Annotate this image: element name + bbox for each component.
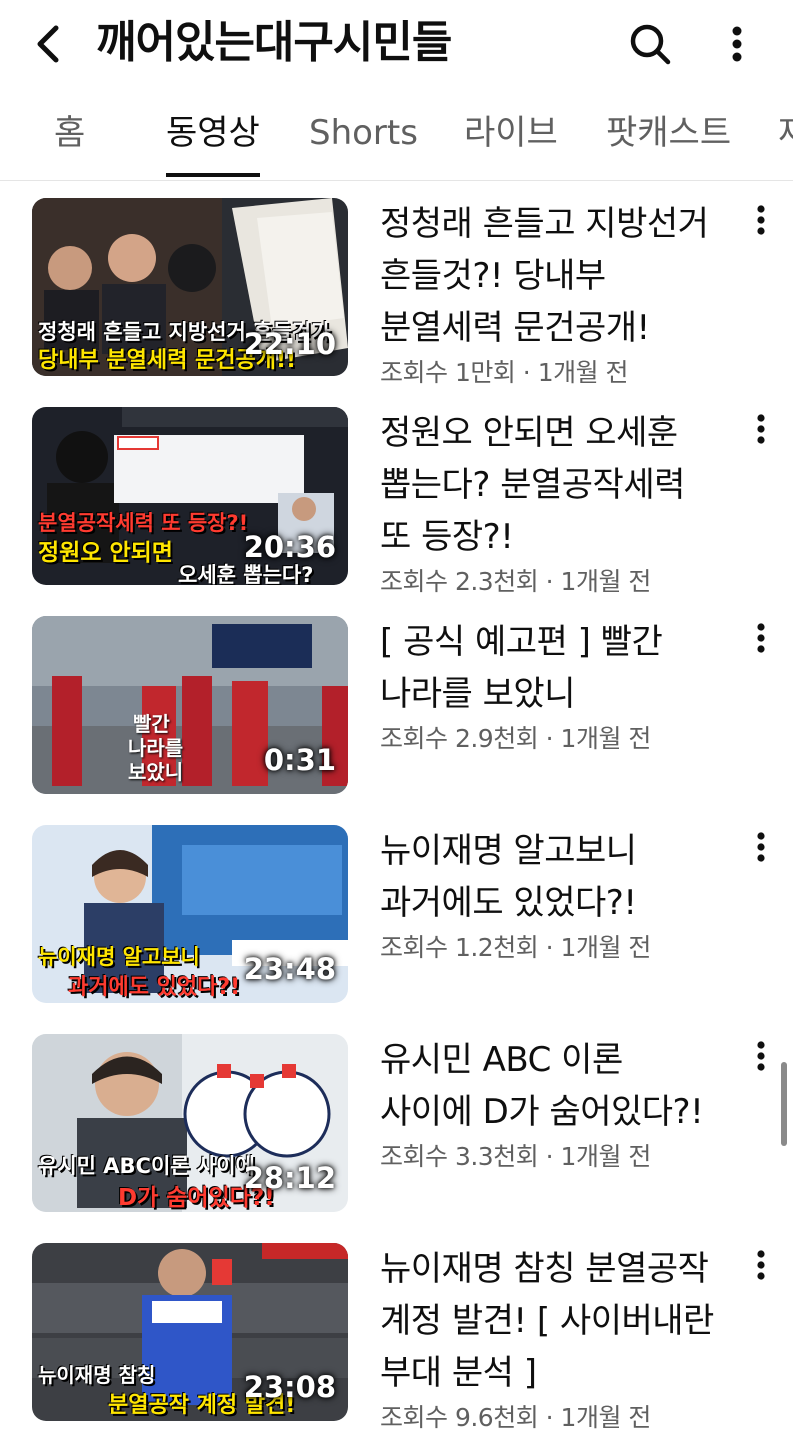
more-vertical-icon <box>757 1250 765 1280</box>
video-duration: 23:48 <box>243 952 336 986</box>
video-title[interactable]: 뉴이재명 알고보니 과거에도 있었다?! <box>380 825 725 929</box>
video-duration: 22:10 <box>243 327 336 361</box>
more-vertical-icon <box>757 623 765 653</box>
tab-home[interactable]: 홈 <box>54 96 85 180</box>
thumbnail-caption: 보았니 <box>128 760 184 784</box>
tab-shorts[interactable]: Shorts <box>309 96 418 180</box>
video-thumbnail[interactable]: 뉴이재명 참칭 분열공작 계정 발견! 23:08 <box>32 1243 348 1421</box>
video-duration: 28:12 <box>243 1161 336 1195</box>
video-title[interactable]: [ 공식 예고편 ] 빨간 나라를 보았니 <box>380 616 725 720</box>
active-tab-indicator <box>166 173 260 177</box>
video-stats: 조회수 2.3천회 · 1개월 전 <box>380 567 651 596</box>
channel-title: 깨어있는대구시민들 <box>96 17 452 68</box>
video-more-button[interactable] <box>742 616 780 660</box>
more-vertical-icon <box>757 1041 765 1071</box>
video-more-button[interactable] <box>742 1034 780 1078</box>
more-vertical-icon <box>757 414 765 444</box>
video-more-button[interactable] <box>742 825 780 869</box>
video-item[interactable]: 뉴이재명 알고보니 과거에도 있었다?! 23:48 뉴이재명 알고보니 과거에… <box>0 825 793 1005</box>
video-thumbnail[interactable]: 분열공작세력 또 등장?! 정원오 안되면 오세훈 뽑는다? 20:36 <box>32 407 348 585</box>
back-arrow-icon <box>37 25 59 63</box>
video-title[interactable]: 정원오 안되면 오세훈 뽑는다? 분열공작세력 또 등장?! <box>380 407 725 563</box>
search-button[interactable] <box>622 16 678 72</box>
search-icon <box>630 24 671 65</box>
video-meta: 정원오 안되면 오세훈 뽑는다? 분열공작세력 또 등장?! 조회수 2.3천회… <box>380 407 725 601</box>
video-item[interactable]: 유시민 ABC이론 사이에 D가 숨어있다?! 28:12 유시민 ABC 이론… <box>0 1034 793 1214</box>
video-item[interactable]: 정청래 흔들고 지방선거 흔들건가 당내부 분열세력 문건공개!! 22:10 … <box>0 198 793 387</box>
channel-header: 깨어있는대구시민들 <box>0 0 793 90</box>
video-meta: 유시민 ABC 이론 사이에 D가 숨어있다?! 조회수 3.3천회 · 1개월… <box>380 1034 725 1176</box>
video-title[interactable]: 뉴이재명 참칭 분열공작 계정 발견! [ 사이버내란 부대 분석 ] <box>380 1243 725 1399</box>
channel-tabs: 홈 동영상 Shorts 라이브 팟캐스트 재 <box>0 96 793 181</box>
video-thumbnail[interactable]: 유시민 ABC이론 사이에 D가 숨어있다?! 28:12 <box>32 1034 348 1212</box>
video-meta: 뉴이재명 알고보니 과거에도 있었다?! 조회수 1.2천회 · 1개월 전 <box>380 825 725 967</box>
tab-live[interactable]: 라이브 <box>464 96 558 180</box>
video-stats: 조회수 1.2천회 · 1개월 전 <box>380 933 651 962</box>
video-thumbnail[interactable]: 정청래 흔들고 지방선거 흔들건가 당내부 분열세력 문건공개!! 22:10 <box>32 198 348 376</box>
video-stats: 조회수 9.6천회 · 1개월 전 <box>380 1403 651 1432</box>
video-duration: 20:36 <box>243 530 336 564</box>
more-vertical-icon <box>732 26 742 62</box>
scrollbar-thumb[interactable] <box>781 1062 787 1146</box>
video-thumbnail[interactable]: 빨간 나라를 보았니 0:31 <box>32 616 348 794</box>
tab-videos[interactable]: 동영상 <box>166 96 260 180</box>
video-more-button[interactable] <box>742 1243 780 1287</box>
video-stats: 조회수 2.9천회 · 1개월 전 <box>380 724 651 753</box>
video-stats: 조회수 3.3천회 · 1개월 전 <box>380 1142 651 1171</box>
video-duration: 0:31 <box>263 743 336 777</box>
video-meta: 정청래 흔들고 지방선거 흔들것?! 당내부 분열세력 문건공개! 조회수 1만… <box>380 198 725 392</box>
video-thumbnail[interactable]: 뉴이재명 알고보니 과거에도 있었다?! 23:48 <box>32 825 348 1003</box>
more-vertical-icon <box>757 205 765 235</box>
tab-podcasts[interactable]: 팟캐스트 <box>606 96 731 180</box>
video-more-button[interactable] <box>742 198 780 242</box>
video-more-button[interactable] <box>742 407 780 451</box>
more-vertical-icon <box>757 832 765 862</box>
video-item[interactable]: 빨간 나라를 보았니 0:31 [ 공식 예고편 ] 빨간 나라를 보았니 조회… <box>0 616 793 796</box>
video-item[interactable]: 뉴이재명 참칭 분열공작 계정 발견! 23:08 뉴이재명 참칭 분열공작 계… <box>0 1243 793 1432</box>
video-meta: [ 공식 예고편 ] 빨간 나라를 보았니 조회수 2.9천회 · 1개월 전 <box>380 616 725 758</box>
video-title[interactable]: 유시민 ABC 이론 사이에 D가 숨어있다?! <box>380 1034 725 1138</box>
more-options-button[interactable] <box>714 16 760 72</box>
video-meta: 뉴이재명 참칭 분열공작 계정 발견! [ 사이버내란 부대 분석 ] 조회수 … <box>380 1243 725 1437</box>
video-duration: 23:08 <box>243 1370 336 1404</box>
video-title[interactable]: 정청래 흔들고 지방선거 흔들것?! 당내부 분열세력 문건공개! <box>380 198 725 354</box>
video-stats: 조회수 1만회 · 1개월 전 <box>380 358 629 387</box>
video-item[interactable]: 분열공작세력 또 등장?! 정원오 안되면 오세훈 뽑는다? 20:36 정원오… <box>0 407 793 596</box>
back-button[interactable] <box>22 16 72 72</box>
tab-cutoff[interactable]: 재 <box>778 96 793 180</box>
